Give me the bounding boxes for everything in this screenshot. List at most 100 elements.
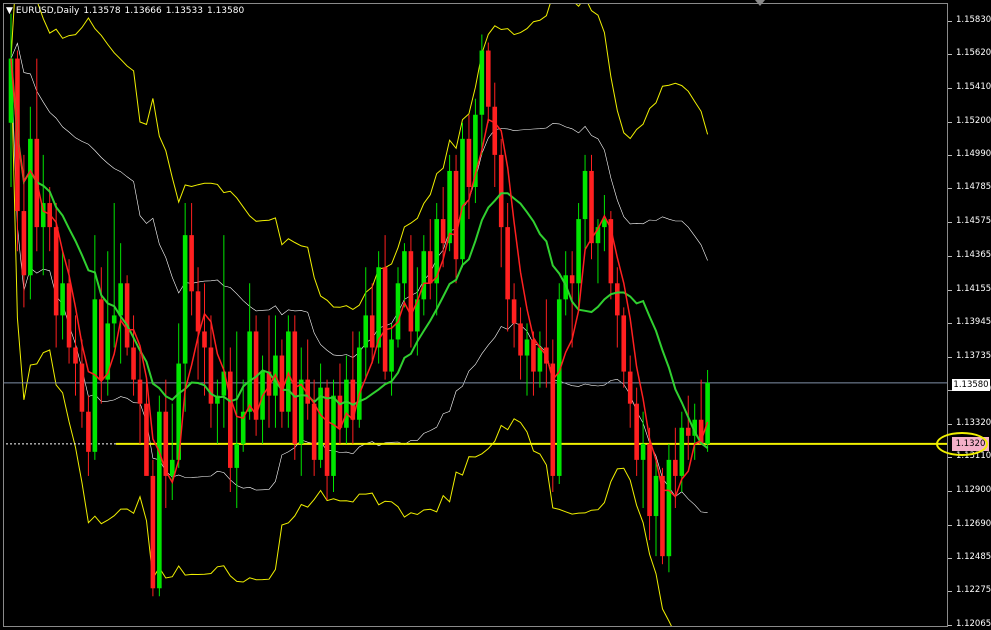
- candle-body: [86, 411, 91, 452]
- axis-tick: [948, 155, 952, 157]
- price-axis[interactable]: 1.15830 1.15620 1.15410 1.15200 1.14990 1.147…: [948, 3, 991, 629]
- candle-body: [666, 459, 672, 557]
- candle-body: [118, 283, 123, 316]
- candle-body: [679, 427, 685, 476]
- axis-tick: [948, 255, 952, 257]
- axis-tick: [948, 121, 952, 123]
- candle-body: [337, 395, 343, 428]
- axis-tick: [948, 591, 952, 593]
- upper-band-line: [10, 4, 709, 310]
- candle-body: [569, 275, 575, 284]
- candle-body: [524, 339, 530, 356]
- candle-body: [505, 227, 510, 300]
- axis-tick: [948, 625, 952, 626]
- candle-body: [518, 323, 523, 356]
- chart-shift-icon[interactable]: [755, 0, 765, 6]
- candle-body: [99, 299, 104, 380]
- price-tick-label: 1.12900: [956, 484, 991, 495]
- fast-moving-average-line: [10, 58, 709, 499]
- highlight-ellipse: [936, 432, 988, 456]
- candle-body: [653, 475, 659, 517]
- price-tick-label: 1.12690: [956, 518, 991, 529]
- candle-body: [357, 347, 362, 420]
- candle-body: [615, 283, 620, 316]
- candle-body: [460, 138, 465, 260]
- candle-body: [247, 331, 252, 412]
- candle-body: [395, 283, 401, 340]
- price-tick-label: 1.15200: [956, 115, 991, 126]
- candle-body: [202, 331, 207, 348]
- candle-body: [28, 138, 33, 276]
- axis-tick: [948, 490, 952, 492]
- axis-tick: [948, 188, 952, 190]
- candle-body: [60, 283, 65, 316]
- candle-body: [363, 315, 369, 348]
- candle-body: [137, 379, 143, 404]
- open-value: 1.13578: [83, 6, 121, 16]
- candle-body: [189, 235, 194, 292]
- candle-body: [53, 227, 59, 316]
- candle-body: [447, 170, 452, 244]
- price-tick-label: 1.15410: [956, 82, 991, 93]
- candle-body: [73, 347, 78, 364]
- candle-body: [144, 403, 149, 476]
- triangle-down-icon[interactable]: ▼: [6, 6, 13, 16]
- candle-body: [479, 50, 485, 115]
- price-tick-label: 1.14575: [956, 216, 991, 227]
- candle-body: [466, 138, 472, 187]
- candlestick-chart[interactable]: [4, 4, 947, 626]
- candle-body: [111, 315, 117, 324]
- axis-tick: [948, 20, 952, 22]
- price-tick-label: 1.12065: [956, 619, 991, 629]
- candle-body: [369, 315, 375, 348]
- high-value: 1.13666: [124, 6, 162, 16]
- candle-body: [331, 395, 336, 476]
- price-tick-label: 1.13320: [956, 417, 991, 428]
- candle-body: [389, 339, 394, 372]
- axis-tick: [948, 222, 952, 224]
- price-tick-label: 1.12275: [956, 585, 991, 596]
- candle-body: [182, 235, 188, 364]
- candle-body: [228, 371, 233, 468]
- chart-window[interactable]: ▼ EURUSD,Daily 1.13578 1.13666 1.13533 1.1358…: [0, 0, 991, 630]
- candle-body: [589, 170, 594, 244]
- price-tick-label: 1.15830: [956, 14, 991, 25]
- low-value: 1.13533: [165, 6, 203, 16]
- price-tick-label: 1.14785: [956, 182, 991, 193]
- candle-body: [498, 154, 504, 228]
- candle-body: [640, 443, 646, 460]
- axis-tick: [948, 323, 952, 325]
- candle-body: [511, 299, 517, 324]
- candle-body: [576, 219, 581, 284]
- candle-body: [279, 355, 285, 412]
- candle-body: [195, 291, 201, 332]
- candle-body: [382, 267, 388, 372]
- candle-body: [634, 403, 639, 460]
- candle-body: [21, 211, 27, 276]
- candle-body: [705, 382, 710, 444]
- price-tick-label: 1.14155: [956, 283, 991, 294]
- axis-tick: [948, 457, 952, 459]
- chart-info-header: ▼ EURUSD,Daily 1.13578 1.13666 1.13533 1.1358…: [6, 6, 248, 16]
- candle-body: [486, 50, 491, 107]
- candle-body: [621, 315, 627, 372]
- price-tick-label: 1.14990: [956, 149, 991, 160]
- candle-body: [376, 267, 381, 348]
- axis-tick: [948, 356, 952, 358]
- axis-tick: [948, 423, 952, 425]
- candle-body: [556, 299, 562, 476]
- candle-body: [440, 219, 446, 244]
- candle-body: [402, 251, 407, 284]
- candle-body: [131, 347, 136, 380]
- axis-tick: [948, 88, 952, 90]
- chart-plot-area[interactable]: [3, 3, 948, 627]
- candle-body: [685, 427, 691, 436]
- current-price-label: 1.13580: [952, 379, 990, 391]
- candle-body: [408, 251, 414, 332]
- candle-body: [344, 379, 349, 428]
- candle-body: [647, 443, 652, 517]
- candle-body: [298, 379, 304, 444]
- candle-body: [124, 283, 130, 348]
- candle-body: [492, 106, 498, 155]
- price-tick-label: 1.15620: [956, 48, 991, 59]
